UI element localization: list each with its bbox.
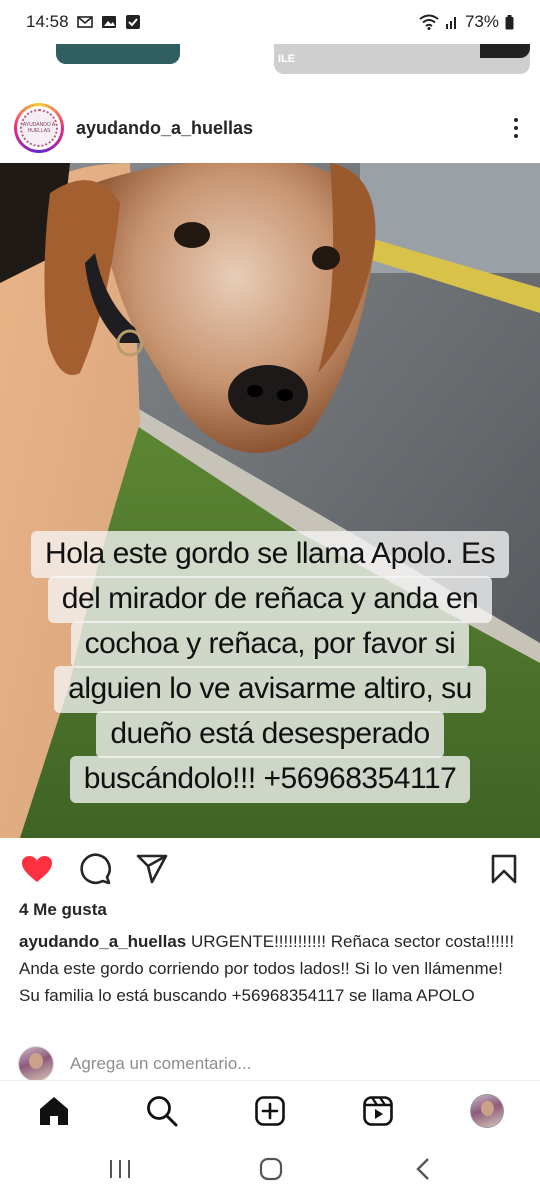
save-icon[interactable] — [484, 850, 524, 888]
likes-count[interactable]: 4 Me gusta — [19, 900, 107, 920]
previous-post-dark-corner — [480, 44, 530, 58]
status-time: 14:58 — [26, 12, 69, 31]
profile-tab[interactable] — [467, 1091, 507, 1131]
post-caption: ayudando_a_huellas URGENTE!!!!!!!!!!! Re… — [19, 928, 519, 1009]
search-icon[interactable] — [142, 1091, 182, 1131]
add-comment-input[interactable]: Agrega un comentario... — [70, 1054, 251, 1074]
image-text-overlay: Hola este gordo se llama Apolo. Es del m… — [0, 531, 540, 803]
current-user-avatar — [18, 1046, 54, 1082]
profile-avatar — [470, 1094, 504, 1128]
comment-icon[interactable] — [75, 850, 115, 888]
overlay-line: dueño está desesperado — [96, 711, 444, 758]
account-avatar[interactable]: AYUDANDO A HUELLAS — [14, 103, 64, 153]
previous-post-tag: ILE — [278, 53, 296, 65]
gallery-icon — [101, 16, 116, 28]
caption-username[interactable]: ayudando_a_huellas — [19, 932, 186, 951]
post-username[interactable]: ayudando_a_huellas — [76, 118, 253, 139]
overlay-line: alguien lo ve avisarme altiro, su — [54, 666, 486, 713]
overlay-line: cochoa y reñaca, por favor si — [70, 621, 470, 668]
check-icon — [125, 15, 140, 29]
post-image[interactable]: Hola este gordo se llama Apolo. Es del m… — [0, 163, 540, 838]
avatar-logo-text: AYUDANDO A HUELLAS — [20, 109, 58, 147]
previous-post-thumbnail-left[interactable] — [56, 44, 180, 64]
overlay-line: del mirador de reñaca y anda en — [47, 576, 493, 623]
home-circle-icon[interactable] — [256, 1156, 286, 1182]
overlay-line: buscándolo!!! +56968354117 — [69, 756, 471, 803]
create-icon[interactable] — [250, 1091, 290, 1131]
post-actions — [0, 850, 540, 890]
share-icon[interactable] — [132, 850, 172, 888]
heart-icon[interactable] — [17, 850, 57, 888]
more-options-icon[interactable] — [506, 113, 526, 143]
home-icon[interactable] — [34, 1091, 74, 1131]
back-icon[interactable] — [408, 1156, 438, 1182]
add-comment-row[interactable]: Agrega un comentario... — [18, 1046, 251, 1082]
battery-percent: 73% — [464, 12, 499, 31]
battery-icon — [505, 14, 514, 29]
bottom-navigation — [0, 1080, 540, 1140]
previous-post-thumbnail-right[interactable]: ILE — [274, 44, 530, 74]
signal-icon — [445, 17, 456, 29]
reels-icon[interactable] — [358, 1091, 398, 1131]
overlay-line: Hola este gordo se llama Apolo. Es — [31, 531, 509, 578]
previous-post-strip[interactable]: ILE — [0, 44, 540, 78]
gmail-icon — [76, 16, 93, 28]
post-header: AYUDANDO A HUELLAS ayudando_a_huellas — [0, 100, 540, 156]
status-bar: 14:58 73% — [0, 0, 540, 44]
wifi-icon — [419, 14, 439, 30]
system-navigation — [0, 1140, 540, 1200]
recents-icon[interactable] — [105, 1156, 135, 1182]
